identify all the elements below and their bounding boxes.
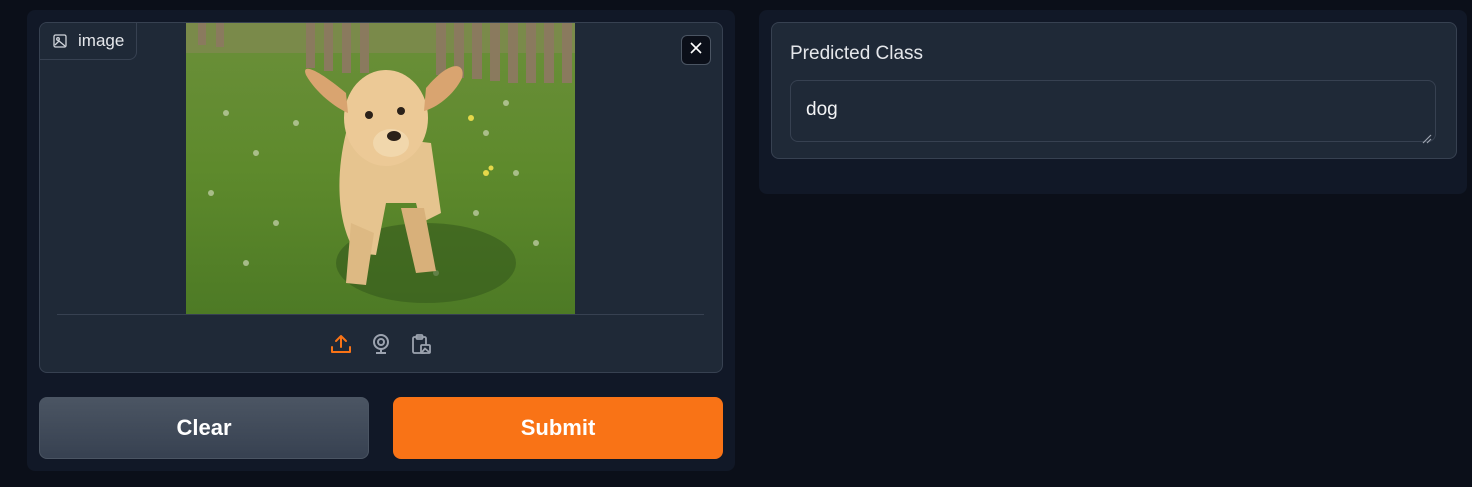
- clipboard-icon[interactable]: [409, 332, 433, 356]
- predicted-class-textbox[interactable]: dog: [790, 80, 1436, 144]
- output-panel: Predicted Class dog: [759, 10, 1467, 194]
- input-panel: image Clear Submit: [27, 10, 735, 471]
- source-selector: [40, 329, 722, 359]
- clear-button[interactable]: Clear: [39, 397, 369, 459]
- predicted-class-value: dog: [806, 99, 838, 120]
- submit-button[interactable]: Submit: [393, 397, 723, 459]
- upload-icon[interactable]: [329, 332, 353, 356]
- output-label: Predicted Class: [790, 43, 924, 64]
- image-label-chip: image: [40, 23, 138, 60]
- webcam-icon[interactable]: [369, 332, 393, 356]
- divider: [57, 314, 704, 315]
- image-icon: [52, 33, 68, 49]
- output-block: Predicted Class dog: [771, 22, 1457, 159]
- close-icon: [690, 41, 702, 59]
- resize-grip-icon[interactable]: [1422, 128, 1432, 144]
- image-input[interactable]: image: [39, 22, 723, 373]
- image-label: image: [78, 31, 125, 50]
- dog-photo: [186, 23, 575, 314]
- close-button[interactable]: [681, 35, 711, 65]
